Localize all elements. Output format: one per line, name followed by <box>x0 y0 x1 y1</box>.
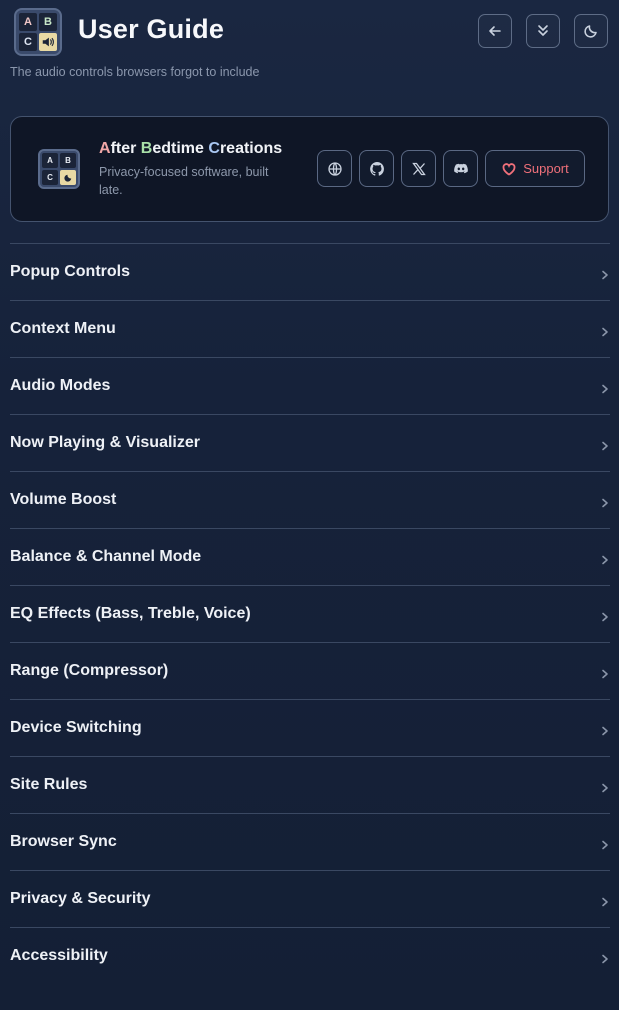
globe-icon <box>327 161 342 176</box>
section-item[interactable]: Browser Sync <box>10 813 610 870</box>
section-label: Site Rules <box>10 776 88 793</box>
section-label: Accessibility <box>10 947 108 964</box>
brand-logo-cell-a: A <box>42 153 58 168</box>
github-icon <box>369 161 384 176</box>
arrow-left-icon <box>489 26 501 36</box>
page-title: User Guide <box>78 14 225 44</box>
section-item[interactable]: Privacy & Security <box>10 870 610 927</box>
section-label: EQ Effects (Bass, Treble, Voice) <box>10 605 251 622</box>
section-label: Privacy & Security <box>10 890 151 907</box>
support-label: Support <box>523 161 569 176</box>
support-button[interactable]: Support <box>485 150 585 187</box>
brand-description: Privacy-focused software, built late. <box>99 165 269 197</box>
section-label: Context Menu <box>10 320 116 337</box>
section-item[interactable]: Accessibility <box>10 927 610 984</box>
chevron-right-icon <box>600 609 610 622</box>
heart-icon <box>502 162 516 176</box>
chevron-right-icon <box>600 894 610 907</box>
chevron-right-icon <box>600 951 610 964</box>
app-logo: A B C <box>14 8 62 56</box>
section-item[interactable]: EQ Effects (Bass, Treble, Voice) <box>10 585 610 642</box>
page-header: A B C User Guide The audio controls brow… <box>10 8 609 88</box>
section-item[interactable]: Range (Compressor) <box>10 642 610 699</box>
chevron-right-icon <box>600 267 610 280</box>
page-tagline: The audio controls browsers forgot to in… <box>10 65 260 79</box>
brand-card: A B C After Bedtime Creations Privacy-fo… <box>10 116 609 222</box>
back-button[interactable] <box>478 14 512 48</box>
section-label: Audio Modes <box>10 377 111 394</box>
chevron-right-icon <box>600 780 610 793</box>
brand-name: After Bedtime Creations <box>99 140 283 157</box>
section-item[interactable]: Volume Boost <box>10 471 610 528</box>
section-label: Volume Boost <box>10 491 117 508</box>
discord-link-button[interactable] <box>443 150 478 187</box>
brand-logo-cell-b: B <box>60 153 76 168</box>
logo-cell-a: A <box>19 13 37 31</box>
section-label: Now Playing & Visualizer <box>10 434 200 451</box>
chevron-right-icon <box>600 723 610 736</box>
section-item[interactable]: Site Rules <box>10 756 610 813</box>
github-link-button[interactable] <box>359 150 394 187</box>
chevron-right-icon <box>600 837 610 850</box>
section-item[interactable]: Audio Modes <box>10 357 610 414</box>
section-label: Range (Compressor) <box>10 662 169 679</box>
section-label: Device Switching <box>10 719 142 736</box>
website-link-button[interactable] <box>317 150 352 187</box>
brand-logo-cell-c: C <box>42 170 58 185</box>
brand-logo: A B C <box>38 149 80 189</box>
chevron-right-icon <box>600 324 610 337</box>
section-item[interactable]: Device Switching <box>10 699 610 756</box>
section-label: Browser Sync <box>10 833 117 850</box>
chevron-right-icon <box>600 495 610 508</box>
section-label: Balance & Channel Mode <box>10 548 202 565</box>
moon-icon <box>584 25 597 38</box>
discord-icon <box>453 163 468 173</box>
expand-all-button[interactable] <box>526 14 560 48</box>
logo-cell-b: B <box>39 13 57 31</box>
chevron-right-icon <box>600 381 610 394</box>
chevron-right-icon <box>600 666 610 679</box>
theme-toggle-button[interactable] <box>574 14 608 48</box>
x-link-button[interactable] <box>401 150 436 187</box>
moon-icon <box>60 170 76 185</box>
guide-sections-list: Popup Controls Context Menu Audio Modes Now… <box>10 243 610 984</box>
section-item[interactable]: Popup Controls <box>10 243 610 300</box>
section-label: Popup Controls <box>10 263 130 280</box>
chevrons-down-icon <box>538 25 548 36</box>
chevron-right-icon <box>600 438 610 451</box>
chevron-right-icon <box>600 552 610 565</box>
logo-cell-c: C <box>19 33 37 51</box>
section-item[interactable]: Balance & Channel Mode <box>10 528 610 585</box>
speaker-icon <box>39 33 57 51</box>
section-item[interactable]: Now Playing & Visualizer <box>10 414 610 471</box>
section-item[interactable]: Context Menu <box>10 300 610 357</box>
x-icon <box>411 162 426 175</box>
